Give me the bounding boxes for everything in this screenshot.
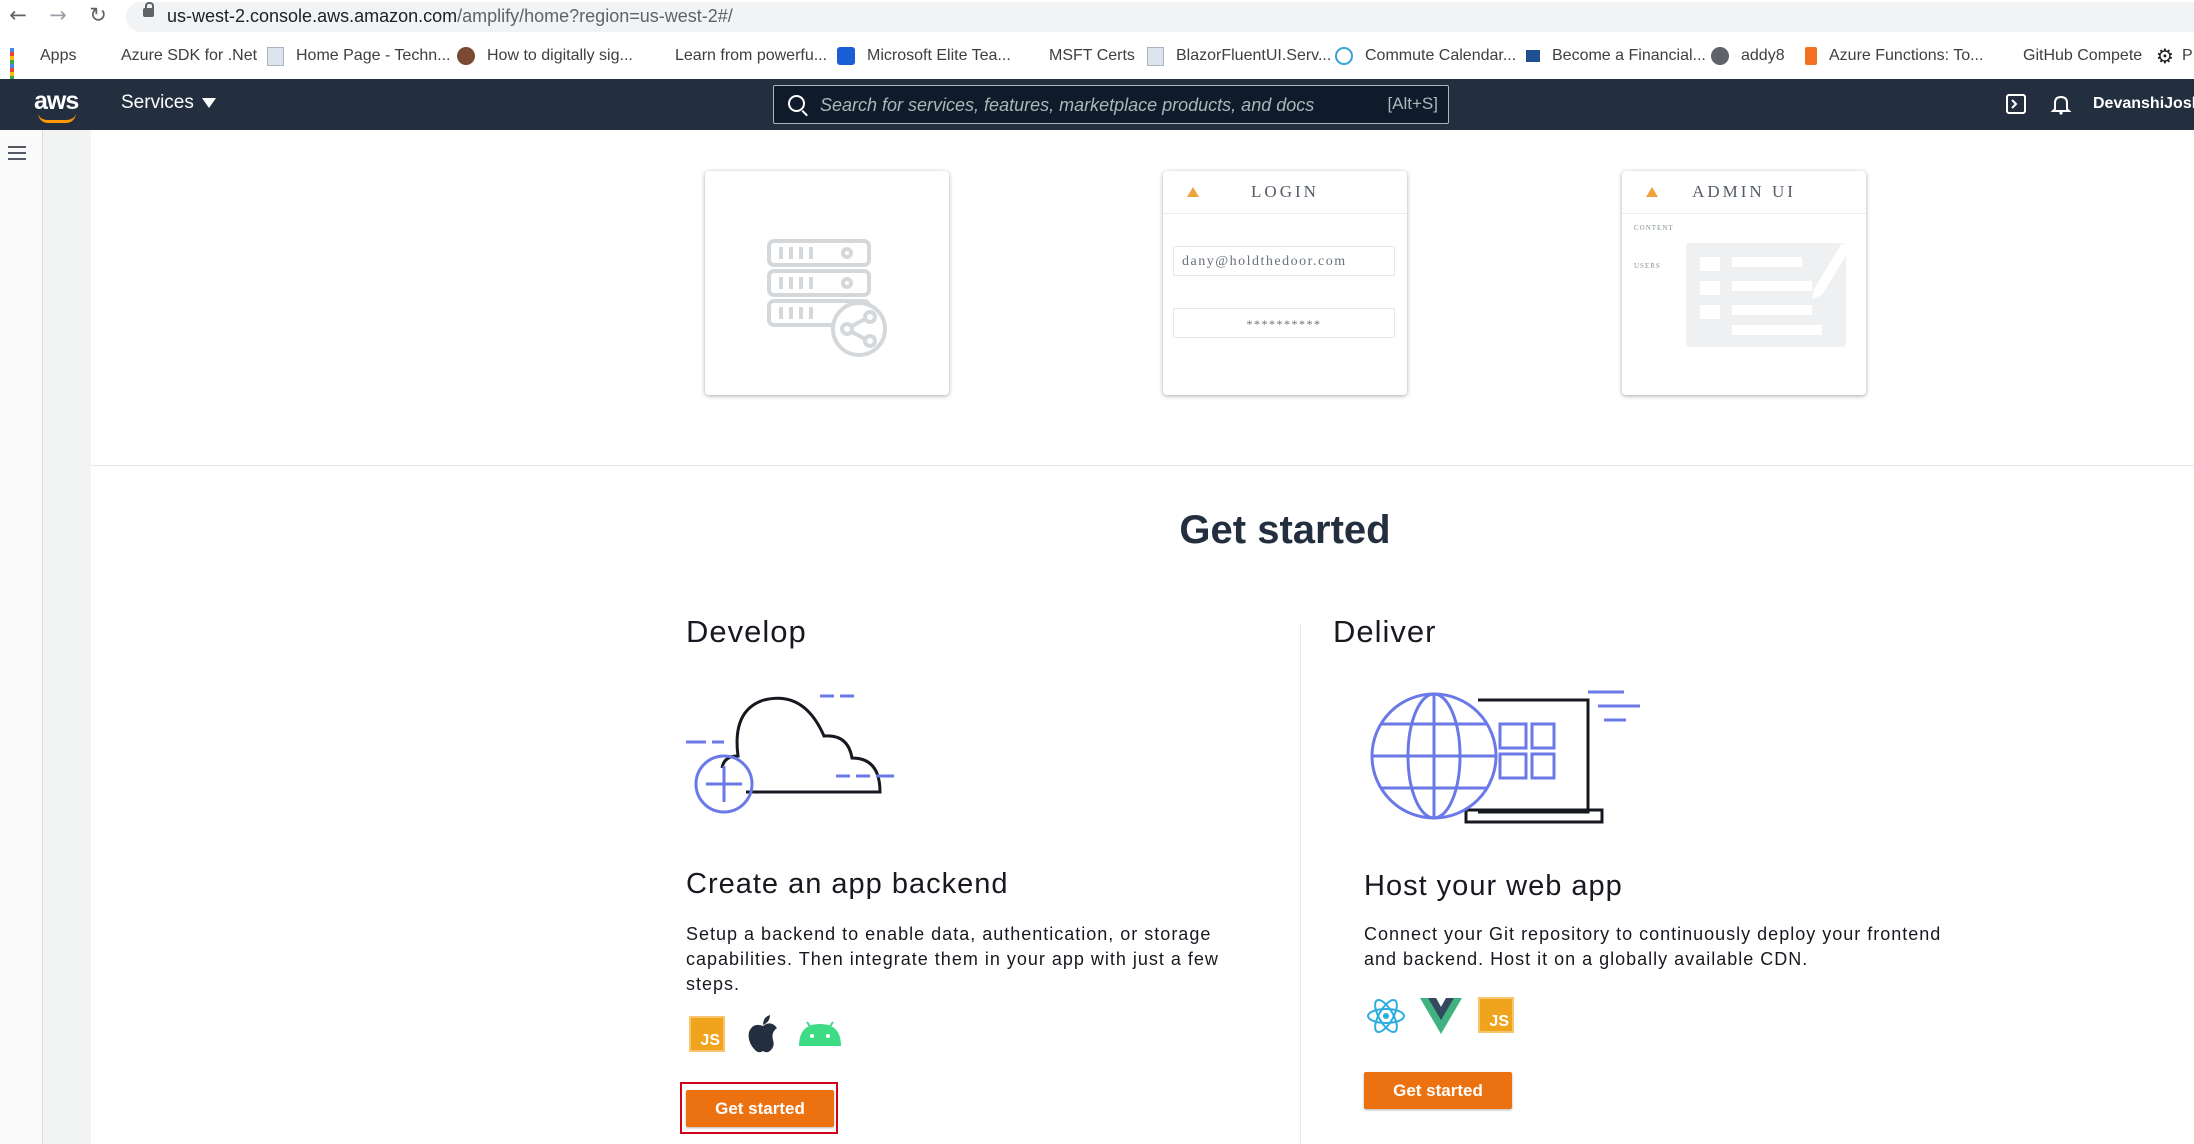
bookmark-commute-calendar[interactable]: Commute Calendar...	[1335, 41, 1516, 71]
services-label: Services	[121, 92, 194, 113]
highlight-box	[680, 1082, 838, 1134]
back-arrow-icon[interactable]: ←	[6, 3, 30, 27]
side-navigation	[0, 130, 43, 1144]
forward-arrow-icon[interactable]: →	[46, 3, 70, 27]
bookmark-azure-sdk[interactable]: Azure SDK for .Net	[91, 41, 257, 71]
login-card-header: LOGIN	[1163, 171, 1407, 214]
android-icon	[799, 1021, 841, 1046]
address-url[interactable]: us-west-2.console.aws.amazon.com/amplify…	[167, 6, 733, 27]
bookmark-addy8[interactable]: addy8	[1711, 41, 1785, 71]
admin-card-title: ADMIN UI	[1692, 182, 1796, 201]
bookmark-label: Commute Calendar...	[1365, 47, 1517, 64]
bookmark-label: How to digitally sig...	[487, 47, 633, 64]
search-shortcut-hint: [Alt+S]	[1387, 94, 1438, 113]
bookmark-overflow[interactable]: ⚙ P	[2156, 41, 2193, 71]
database-share-icon	[767, 239, 887, 357]
bookmark-msft-certs[interactable]: MSFT Certs	[1019, 41, 1135, 71]
login-password-field: **********	[1173, 308, 1395, 338]
bookmark-ms-elite[interactable]: Microsoft Elite Tea...	[837, 41, 1011, 71]
caret-down-icon	[201, 98, 216, 108]
admin-form-edit-icon	[1686, 243, 1850, 347]
azure-functions-icon	[1805, 47, 1817, 65]
admin-card-header: ADMIN UI	[1622, 171, 1866, 214]
bookmark-label: Apps	[40, 47, 77, 64]
bookmark-become-financial[interactable]: Become a Financial...	[1526, 41, 1706, 71]
deliver-title: Host your web app	[1364, 870, 1623, 902]
login-card-title: LOGIN	[1251, 182, 1319, 201]
apple-icon	[748, 1015, 777, 1053]
services-menu-button[interactable]: Services	[121, 92, 216, 114]
deliver-get-started-button[interactable]: Get started	[1364, 1072, 1512, 1109]
bookmark-digitally-sign[interactable]: How to digitally sig...	[457, 41, 633, 71]
bookmark-label: addy8	[1741, 47, 1785, 64]
search-input[interactable]	[818, 91, 1342, 119]
vue-icon	[1420, 998, 1462, 1034]
reload-icon[interactable]: ↻	[86, 3, 110, 27]
bookmark-learn[interactable]: Learn from powerfu...	[645, 41, 827, 71]
login-email-field: dany@holdthedoor.com	[1173, 246, 1395, 276]
cloud-add-illustration	[686, 694, 894, 814]
browser-toolbar: ← → ↻ us-west-2.console.aws.amazon.com/a…	[0, 0, 2194, 33]
bookmark-label: Azure SDK for .Net	[121, 47, 258, 64]
search-icon	[788, 95, 805, 112]
account-menu[interactable]: DevanshiJoshi	[2093, 95, 2194, 113]
bookmark-label: Become a Financial...	[1552, 47, 1706, 64]
commute-icon	[1335, 47, 1353, 65]
globe-laptop-illustration	[1370, 690, 1640, 824]
bookmark-label: P	[2182, 47, 2193, 64]
bookmark-azure-functions[interactable]: Azure Functions: To...	[1805, 41, 1983, 71]
aws-smile-icon	[38, 113, 76, 123]
bookmark-label: Microsoft Elite Tea...	[867, 47, 1011, 64]
bookmark-label: Azure Functions: To...	[1829, 47, 1984, 64]
notifications-bell-icon[interactable]	[2050, 93, 2072, 115]
admin-ui-card: ADMIN UI CONTENT USERS	[1622, 171, 1866, 395]
video-icon	[1526, 50, 1540, 62]
develop-title: Create an app backend	[686, 868, 1009, 900]
gear-icon: ⚙	[2156, 44, 2174, 68]
login-card: LOGIN dany@holdthedoor.com **********	[1163, 171, 1407, 395]
bookmark-label: GitHub Compete	[2023, 47, 2143, 64]
javascript-icon: JS	[1478, 997, 1514, 1033]
admin-side-item-content: CONTENT	[1634, 224, 1674, 232]
bookmark-blazor[interactable]: BlazorFluentUI.Serv...	[1147, 41, 1331, 71]
page-icon	[1147, 46, 1164, 66]
lock-icon	[143, 2, 154, 17]
get-started-title: Get started	[1179, 508, 1391, 552]
cloudshell-icon[interactable]	[2005, 93, 2027, 115]
aws-console-header: aws Services [Alt+S] DevanshiJoshi	[0, 79, 2194, 130]
page-icon	[267, 46, 284, 66]
bookmarks-bar: Apps Azure SDK for .Net Home Page - Tech…	[0, 41, 2194, 84]
service-search[interactable]: [Alt+S]	[773, 85, 1449, 124]
elite-team-icon	[837, 47, 855, 65]
url-host: us-west-2.console.aws.amazon.com	[167, 6, 458, 26]
bookmark-label: Home Page - Techn...	[296, 47, 451, 64]
react-icon	[1367, 999, 1405, 1033]
aws-logo[interactable]: aws	[34, 87, 79, 116]
url-path: /amplify/home?region=us-west-2#/	[457, 6, 733, 26]
microsoft-logo-icon	[1019, 47, 1037, 65]
develop-description: Setup a backend to enable data, authenti…	[686, 924, 1219, 994]
bookmark-label: Learn from powerfu...	[675, 47, 828, 64]
bookmark-home-page[interactable]: Home Page - Techn...	[267, 41, 450, 71]
bookmark-github-compete[interactable]: GitHub Compete	[1993, 41, 2142, 71]
hamburger-menu-icon[interactable]	[8, 146, 26, 160]
globe-icon	[1711, 47, 1729, 65]
develop-heading: Develop	[686, 614, 807, 649]
admin-side-item-users: USERS	[1634, 262, 1661, 270]
javascript-icon: JS	[689, 1016, 725, 1052]
section-divider	[91, 465, 2194, 466]
deliver-description: Connect your Git repository to continuou…	[1364, 924, 1942, 969]
bookmark-apps[interactable]: Apps	[10, 41, 77, 84]
storage-card	[705, 171, 949, 395]
apps-grid-icon	[10, 48, 26, 84]
bookmark-label: BlazorFluentUI.Serv...	[1176, 47, 1332, 64]
left-gutter	[43, 130, 91, 1144]
bookmark-label: MSFT Certs	[1049, 47, 1135, 64]
profile-photo-icon	[457, 47, 475, 65]
microsoft-logo-icon	[91, 47, 109, 65]
deliver-heading: Deliver	[1333, 614, 1437, 649]
microsoft-logo-icon	[1993, 47, 2011, 65]
microsoft-logo-icon	[645, 47, 663, 65]
column-divider	[1300, 624, 1301, 1144]
